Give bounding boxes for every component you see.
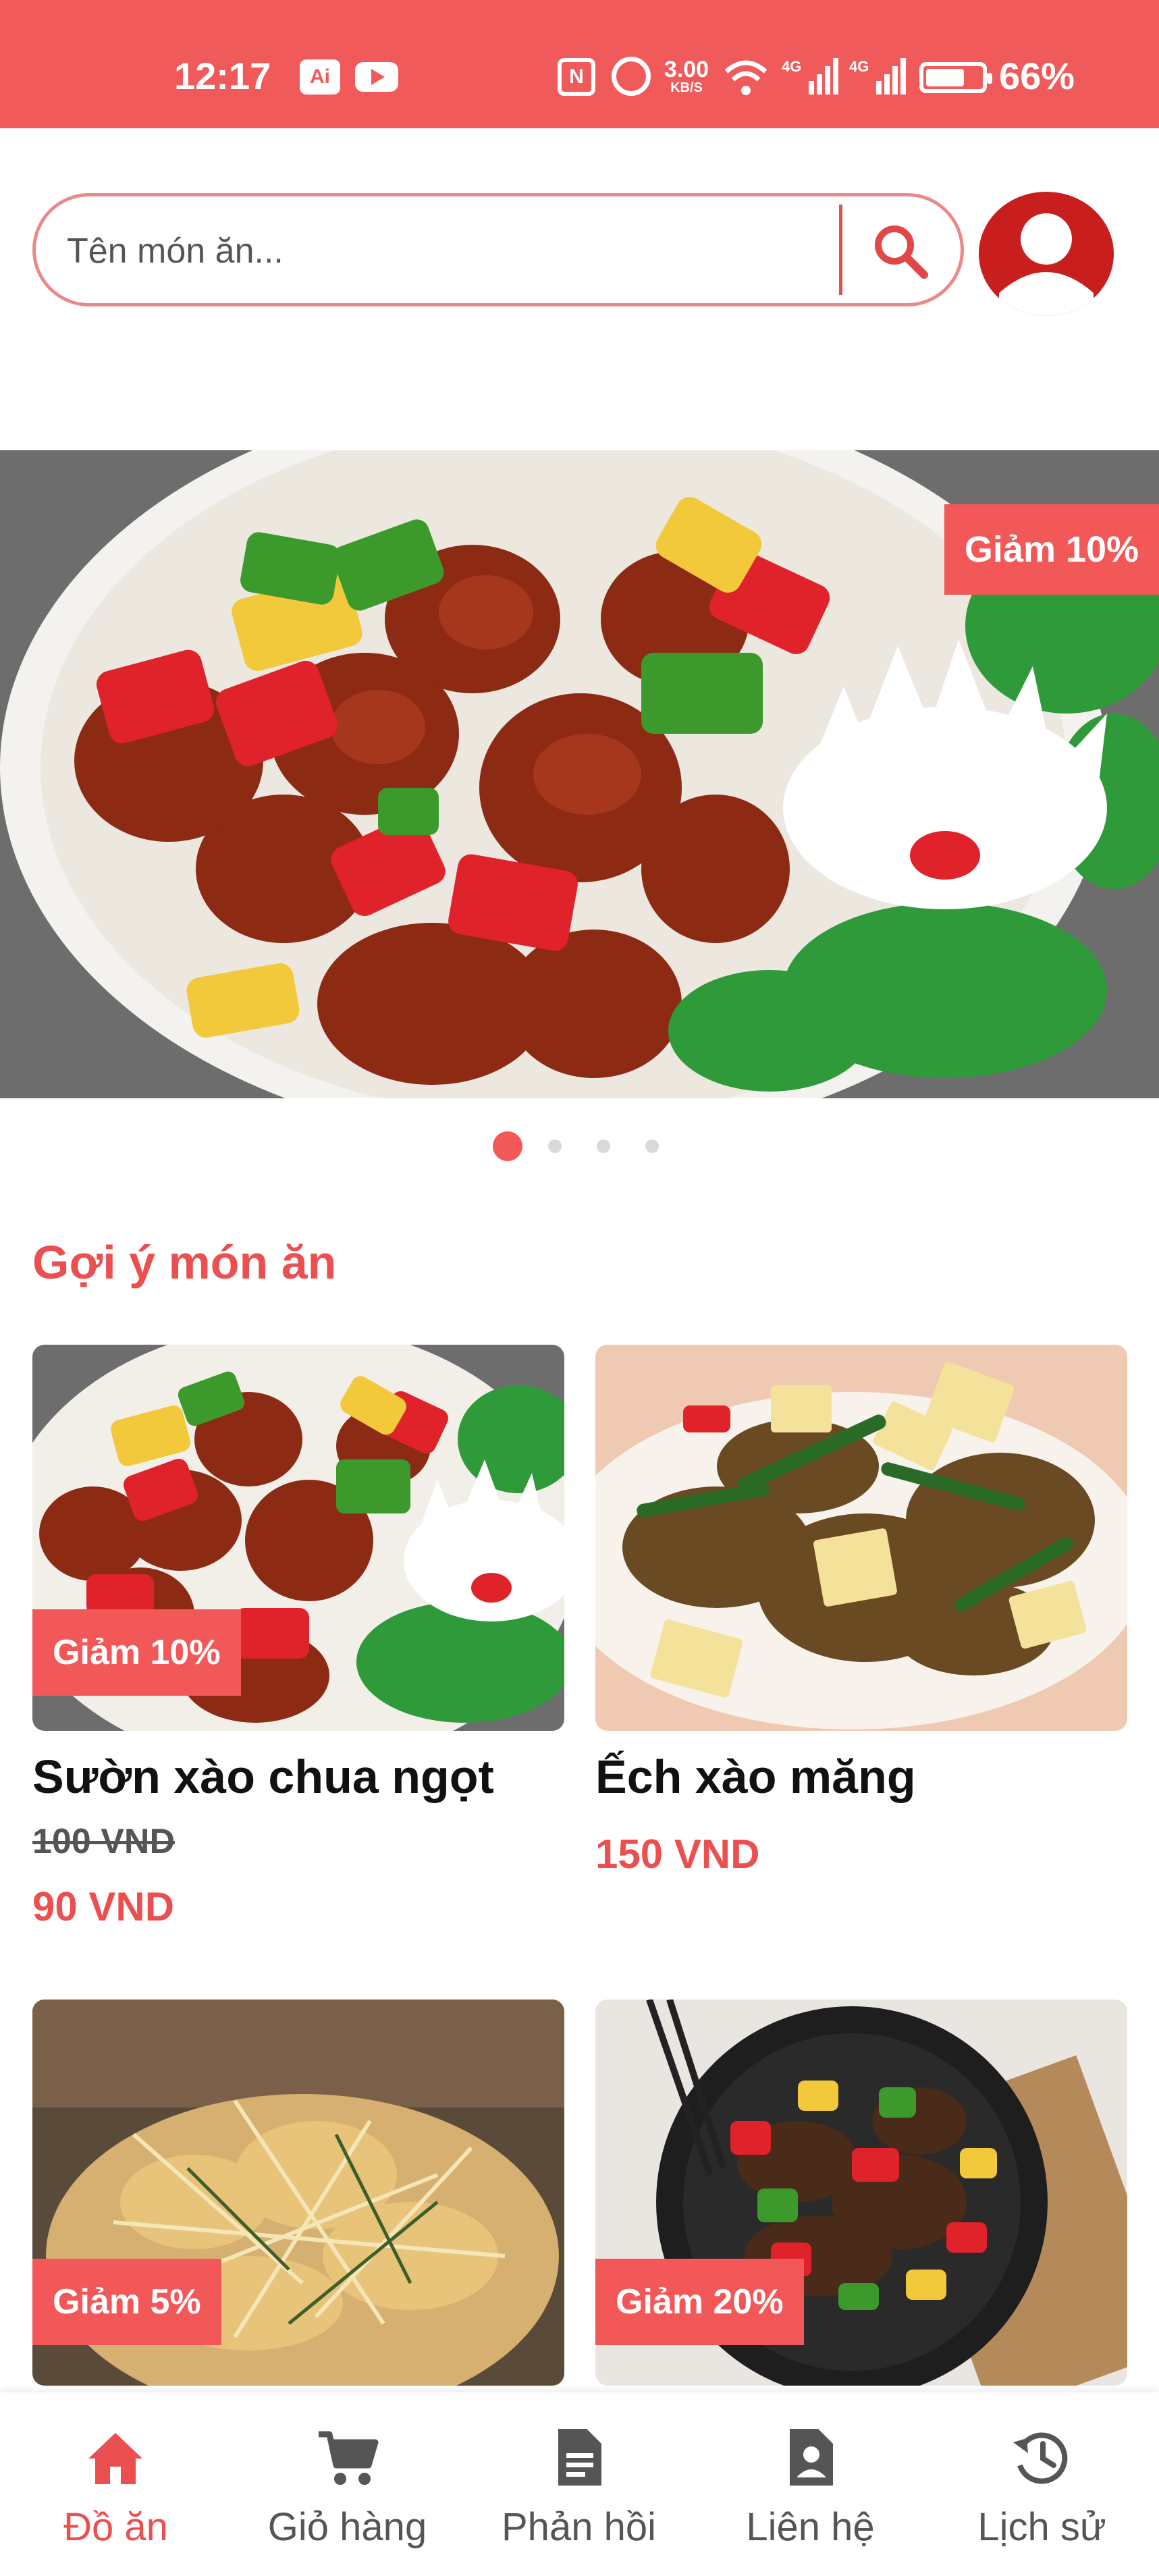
avatar[interactable] (979, 192, 1114, 316)
network-speed: 3.00 KB/S (656, 53, 717, 100)
status-bar: 12:17 Ai N 3.00 KB/S 4G 4G 66% (0, 0, 1159, 128)
contact-icon (790, 2429, 833, 2486)
home-icon (88, 2433, 142, 2484)
nav-label: Lịch sử (977, 2505, 1106, 2549)
discount-badge: Giảm 20% (595, 2259, 804, 2345)
document-icon (558, 2429, 601, 2486)
battery-percent: 66% (999, 55, 1075, 97)
search-icon (875, 225, 928, 279)
carousel-indicator (0, 1131, 1159, 1161)
dish-name: Sườn xào chua ngọt (32, 1750, 494, 1803)
history-icon (1013, 2432, 1068, 2484)
signal-label: 4G (849, 58, 869, 75)
dish-old-price: 100 VND (32, 1822, 175, 1861)
dish-price: 150 VND (595, 1831, 760, 1877)
signal-label: 4G (782, 58, 801, 75)
signal-icon: 4G (782, 54, 838, 97)
carousel-dot-4[interactable] (645, 1139, 659, 1153)
nav-item-contact[interactable]: Liên hệ (695, 2392, 926, 2576)
battery-icon (919, 62, 992, 93)
promo-banner[interactable]: Giảm 10% (0, 450, 1159, 1098)
section-title: Gợi ý món ăn (32, 1236, 337, 1289)
discount-badge: Giảm 5% (32, 2259, 221, 2345)
search-button[interactable] (861, 211, 942, 292)
nav-item-feedback[interactable]: Phản hồi (463, 2392, 695, 2576)
youtube-icon (355, 62, 398, 92)
cart-icon (319, 2431, 379, 2485)
alarm-icon (612, 57, 651, 96)
dish-name: Ếch xào măng (595, 1750, 916, 1803)
discount-badge: Giảm 10% (944, 504, 1159, 595)
nav-item-history[interactable]: Lịch sử (926, 2392, 1158, 2576)
nav-item-food[interactable]: Đồ ăn (0, 2392, 232, 2576)
network-speed-value: 3.00 (664, 57, 709, 82)
dish-price: 90 VND (32, 1884, 175, 1929)
wifi-icon (724, 57, 768, 97)
nav-item-cart[interactable]: Giỏ hàng (232, 2392, 463, 2576)
search-divider (839, 205, 842, 295)
discount-badge: Giảm 10% (32, 1609, 241, 1696)
carousel-dot-2[interactable] (548, 1139, 562, 1153)
carousel-dot-3[interactable] (597, 1139, 610, 1153)
nav-label: Giỏ hàng (267, 2505, 427, 2549)
search-input[interactable] (65, 223, 844, 279)
nav-label: Đồ ăn (63, 2505, 168, 2549)
nav-label: Liên hệ (746, 2505, 875, 2549)
status-time: 12:17 (174, 55, 271, 97)
nav-label: Phản hồi (502, 2505, 656, 2549)
carousel-dot-1[interactable] (493, 1131, 522, 1161)
dish-image (595, 1345, 1127, 1731)
user-icon (999, 213, 1094, 316)
network-speed-unit: KB/S (670, 80, 703, 95)
search-bar (32, 193, 964, 306)
signal-icon: 4G (849, 54, 906, 97)
ai-app-icon: Ai (300, 59, 340, 95)
bottom-navigation: Đồ ăn Giỏ hàng Phản hồi Liên hệ Lịch sử (0, 2392, 1159, 2576)
nfc-icon: N (558, 58, 595, 96)
